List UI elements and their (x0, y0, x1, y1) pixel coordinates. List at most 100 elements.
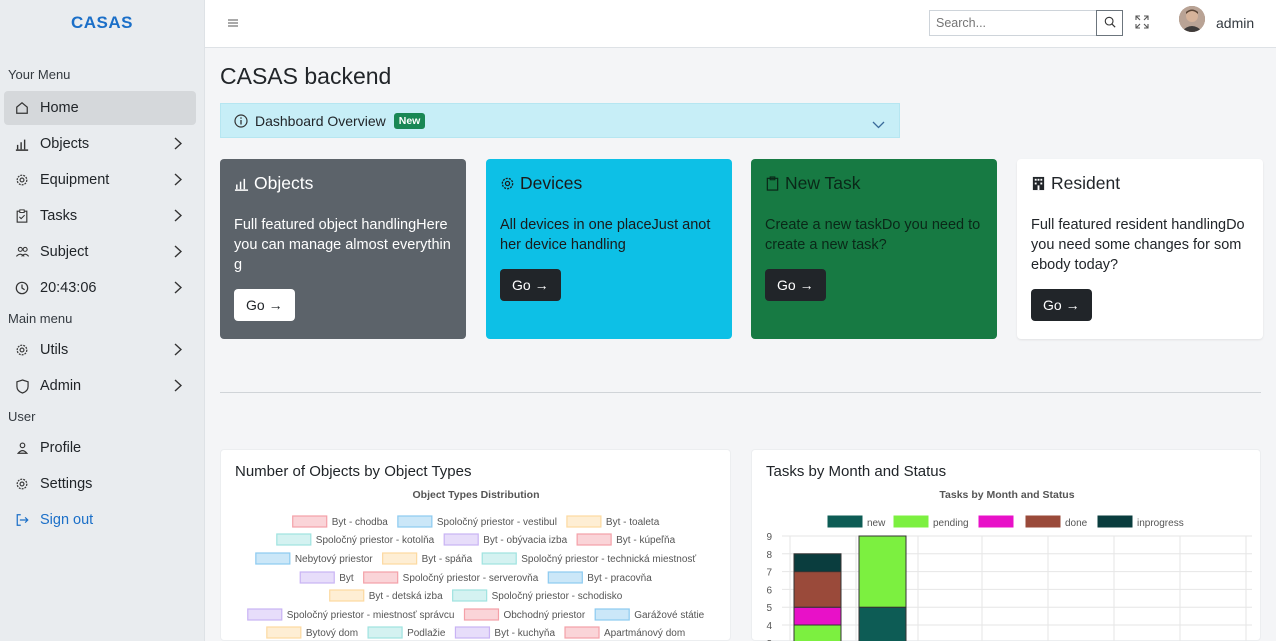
legend-swatch (463, 608, 500, 621)
sidebar-item-equipment[interactable]: Equipment (4, 163, 196, 197)
legend-swatch (299, 571, 335, 584)
sidebar-item-label: Settings (40, 476, 93, 492)
clipboard-icon (765, 175, 780, 191)
legend-swatch (481, 552, 517, 565)
divider (220, 392, 1261, 393)
legend-label: Podlažie (407, 628, 446, 639)
menu-header-main-menu: Main menu (8, 311, 73, 326)
page-title: CASAS backend (220, 63, 392, 89)
brand-logo[interactable]: CASAS (0, 0, 204, 46)
sidebar-item-settings[interactable]: Settings (4, 467, 196, 501)
sidebar-item-label: Objects (40, 136, 90, 152)
chevron-right-icon (174, 379, 183, 396)
legend-swatch (564, 626, 600, 639)
gear-icon (14, 172, 30, 188)
chevron-right-icon (174, 343, 183, 360)
legend-swatch (382, 552, 418, 565)
hamburger-menu-icon[interactable] (227, 16, 241, 30)
legend-label: Garážové státie (634, 610, 704, 621)
sidebar-item-clock[interactable]: 20:43:06 (4, 271, 196, 305)
topbar: admin (205, 0, 1276, 48)
new-badge: New (393, 112, 426, 129)
sidebar-item-label: Home (40, 100, 79, 116)
search-icon (1104, 15, 1116, 31)
legend-label: Spoločný priestor - serverovňa (403, 573, 539, 584)
sidebar-item-tasks[interactable]: Tasks (4, 199, 196, 233)
person-icon (14, 440, 30, 456)
sidebar: CASAS Your Menu Home Objects Equipment T… (0, 0, 205, 641)
legend-label: inprogress (1137, 518, 1184, 529)
card-resident: Resident Full featured resident handling… (1017, 159, 1263, 339)
legend-swatch (452, 589, 488, 602)
clock-icon (14, 280, 30, 296)
y-tick-label: 4 (766, 621, 772, 632)
objects-go-button[interactable]: Go → (234, 289, 295, 321)
legend-label: Byt (339, 573, 354, 584)
new-task-go-button[interactable]: Go → (765, 269, 826, 301)
object-types-panel: Number of Objects by Object Types Object… (220, 449, 731, 641)
legend-label: Nebytový priestor (295, 554, 373, 565)
sidebar-item-label: Equipment (40, 172, 110, 188)
chevron-right-icon (174, 281, 183, 298)
object-types-chart: Object Types Distribution Byt - chodba Spo… (247, 489, 705, 639)
sidebar-item-admin[interactable]: Admin (4, 369, 196, 403)
search-button[interactable] (1096, 10, 1123, 36)
legend-swatch (266, 626, 302, 639)
legend-swatch (594, 608, 630, 621)
legend-label: Byt - kúpeľňa (616, 535, 675, 546)
legend-swatch (292, 515, 328, 528)
legend-swatch (576, 533, 612, 546)
legend-swatch (276, 533, 312, 546)
card-objects: Objects Full featured object handlingHer… (220, 159, 466, 339)
username[interactable]: admin (1216, 15, 1254, 31)
sidebar-item-home[interactable]: Home (4, 91, 196, 125)
people-icon (14, 244, 30, 260)
bar-segment (793, 606, 842, 626)
y-tick-label: 5 (766, 603, 772, 614)
search-input[interactable] (929, 10, 1097, 36)
legend-label: Byt - kuchyňa (494, 628, 555, 639)
sidebar-item-label: Tasks (40, 208, 78, 224)
menu-header-user: User (8, 409, 36, 424)
legend-label: Obchodný priestor (503, 610, 585, 621)
card-text: Full featured object handlingHere you ca… (234, 217, 451, 273)
sidebar-item-label: Profile (40, 440, 82, 456)
legend-label: Byt - obývacia izba (483, 535, 567, 546)
building-icon (1031, 176, 1046, 191)
bar-chart-icon (234, 176, 249, 191)
shield-icon (14, 378, 30, 394)
sidebar-item-subject[interactable]: Subject (4, 235, 196, 269)
tasks-chart: Tasks by Month and Status new pending done i… (766, 489, 1252, 641)
legend-label: done (1065, 518, 1088, 529)
y-tick-label: 7 (766, 568, 772, 579)
devices-go-button[interactable]: Go → (500, 269, 561, 301)
bar-segment (858, 535, 907, 608)
legend-swatch (363, 571, 399, 584)
clipboard-icon (14, 208, 30, 224)
tasks-panel: Tasks by Month and Status Tasks by Month… (751, 449, 1261, 641)
chevron-right-icon (174, 173, 183, 190)
bar-segment (793, 624, 842, 641)
legend-swatch (367, 626, 403, 639)
avatar[interactable] (1179, 6, 1205, 32)
dashboard-overview-toggle[interactable]: Dashboard Overview New (220, 103, 900, 138)
y-tick-label: 9 (766, 532, 772, 543)
sidebar-item-label: 20:43:06 (40, 280, 97, 296)
resident-go-button[interactable]: Go → (1031, 289, 1092, 321)
sidebar-item-label: Subject (40, 244, 89, 260)
sidebar-item-sign-out[interactable]: Sign out (4, 503, 196, 537)
card-title: Resident (1051, 172, 1121, 193)
sidebar-item-label: Admin (40, 378, 82, 394)
fullscreen-icon[interactable] (1135, 15, 1151, 31)
bar-segment (793, 553, 842, 573)
chevron-right-icon (174, 245, 183, 262)
legend-swatch (397, 515, 433, 528)
legend-swatch (1097, 515, 1133, 528)
chevron-right-icon (174, 137, 183, 154)
legend-label: Byt - detská izba (369, 591, 443, 602)
sidebar-item-profile[interactable]: Profile (4, 431, 196, 465)
legend-label: Byt - pracovňa (587, 573, 652, 584)
sidebar-item-utils[interactable]: Utils (4, 333, 196, 367)
sidebar-item-objects[interactable]: Objects (4, 127, 196, 161)
legend-swatch (978, 515, 1014, 528)
